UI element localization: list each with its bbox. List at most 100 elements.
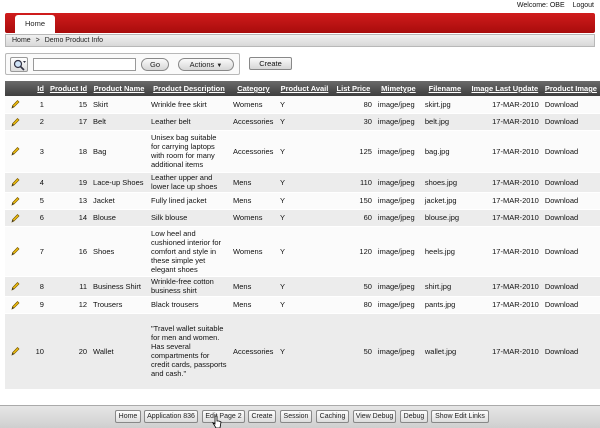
edit-pencil-icon[interactable] — [5, 172, 25, 193]
search-input[interactable] — [33, 58, 136, 71]
cell-mimetype: image/jpeg — [374, 296, 422, 314]
header-filename[interactable]: Filename — [421, 81, 468, 96]
dev-home-button[interactable]: Home — [115, 410, 141, 423]
header-product-avail[interactable]: Product Avail — [276, 81, 332, 96]
cell-category: Mens — [229, 172, 277, 193]
edit-pencil-icon[interactable] — [5, 276, 25, 297]
cell-product-id: 18 — [46, 130, 91, 173]
tab-bar — [5, 13, 595, 33]
table-row: 10 20 Wallet "Travel wallet suitable for me… — [5, 313, 600, 390]
edit-pencil-icon[interactable] — [5, 130, 25, 173]
cell-product-avail: Y — [276, 113, 332, 131]
edit-pencil-icon[interactable] — [5, 192, 25, 210]
header-list-price[interactable]: List Price — [331, 81, 375, 96]
cell-mimetype: image/jpeg — [374, 226, 422, 277]
cell-image-last-update: 17-MAR-2010 — [467, 296, 542, 314]
edit-pencil-icon[interactable] — [5, 226, 25, 277]
header-id[interactable]: Id — [24, 81, 47, 96]
cell-product-image[interactable]: Download — [541, 226, 600, 277]
breadcrumb-home[interactable]: Home — [12, 37, 31, 44]
edit-pencil-icon[interactable] — [5, 113, 25, 131]
cell-category: Accessories — [229, 113, 277, 131]
mouse-cursor-icon — [212, 415, 222, 428]
table-header-row: Id Product Id Product Name Product Descr… — [5, 81, 600, 96]
header-image-last-update[interactable]: Image Last Update — [467, 81, 542, 96]
table-row: 4 19 Lace-up Shoes Leather upper and lower … — [5, 172, 600, 193]
cell-product-image[interactable]: Download — [541, 296, 600, 314]
cell-image-last-update: 17-MAR-2010 — [467, 313, 542, 390]
dev-edit-page-button[interactable]: Edit Page 2 — [202, 410, 245, 423]
cell-image-last-update: 17-MAR-2010 — [467, 226, 542, 277]
cell-list-price: 120 — [331, 226, 375, 277]
cell-product-image[interactable]: Download — [541, 113, 600, 131]
edit-pencil-icon[interactable] — [5, 313, 25, 390]
create-button[interactable]: Create — [249, 57, 292, 70]
cell-mimetype: image/jpeg — [374, 313, 422, 390]
cell-mimetype: image/jpeg — [374, 96, 422, 114]
dev-caching-button[interactable]: Caching — [316, 410, 349, 423]
cell-product-id: 12 — [46, 296, 91, 314]
header-product-id[interactable]: Product Id — [46, 81, 91, 96]
cell-product-id: 17 — [46, 113, 91, 131]
table-row: 8 11 Business Shirt Wrinkle-free cotton bus… — [5, 276, 600, 297]
cell-product-image[interactable]: Download — [541, 192, 600, 210]
cell-image-last-update: 17-MAR-2010 — [467, 96, 542, 114]
cell-id: 3 — [24, 130, 47, 173]
cell-product-name: Jacket — [90, 192, 149, 210]
header-product-description[interactable]: Product Description — [148, 81, 230, 96]
dev-debug-button[interactable]: Debug — [400, 410, 428, 423]
cell-product-id: 13 — [46, 192, 91, 210]
cell-product-image[interactable]: Download — [541, 209, 600, 227]
cell-category: Accessories — [229, 130, 277, 173]
cell-category: Accessories — [229, 313, 277, 390]
dev-create-button[interactable]: Create — [248, 410, 276, 423]
cell-product-image[interactable]: Download — [541, 313, 600, 390]
search-column-icon[interactable] — [10, 57, 28, 72]
cell-mimetype: image/jpeg — [374, 113, 422, 131]
edit-pencil-icon[interactable] — [5, 296, 25, 314]
cell-category: Womens — [229, 226, 277, 277]
header-product-image[interactable]: Product Image — [541, 81, 600, 96]
breadcrumb-separator: > — [35, 37, 40, 44]
cell-product-description: Black trousers — [148, 296, 230, 314]
cell-mimetype: image/jpeg — [374, 172, 422, 193]
header-category[interactable]: Category — [229, 81, 277, 96]
caret-down-icon: ▼ — [216, 63, 223, 69]
cell-product-image[interactable]: Download — [541, 172, 600, 193]
go-button[interactable]: Go — [141, 58, 169, 71]
cell-product-image[interactable]: Download — [541, 130, 600, 173]
header-product-name[interactable]: Product Name — [90, 81, 149, 96]
dev-application-button[interactable]: Application 836 — [144, 410, 198, 423]
cell-product-description: "Travel wallet suitable for men and wome… — [148, 313, 230, 390]
cell-image-last-update: 17-MAR-2010 — [467, 276, 542, 297]
cell-product-name: Skirt — [90, 96, 149, 114]
cell-product-description: Wrinkle free skirt — [148, 96, 230, 114]
edit-pencil-icon[interactable] — [5, 96, 25, 114]
cell-list-price: 150 — [331, 192, 375, 210]
table-row: 3 18 Bag Unisex bag suitable for carrying l… — [5, 130, 600, 173]
cell-id: 5 — [24, 192, 47, 210]
actions-button[interactable]: Actions ▼ — [178, 58, 234, 71]
logout-link[interactable]: Logout — [573, 2, 594, 9]
cell-id: 4 — [24, 172, 47, 193]
cell-list-price: 60 — [331, 209, 375, 227]
cell-id: 8 — [24, 276, 47, 297]
cell-category: Womens — [229, 96, 277, 114]
dev-view-debug-button[interactable]: View Debug — [353, 410, 396, 423]
dev-session-button[interactable]: Session — [280, 410, 312, 423]
cell-product-name: Trousers — [90, 296, 149, 314]
cell-filename: pants.jpg — [421, 296, 468, 314]
cell-mimetype: image/jpeg — [374, 209, 422, 227]
header-mimetype[interactable]: Mimetype — [374, 81, 422, 96]
cell-product-image[interactable]: Download — [541, 276, 600, 297]
tab-home[interactable]: Home — [15, 15, 55, 33]
cell-product-name: Business Shirt — [90, 276, 149, 297]
cell-filename: jacket.jpg — [421, 192, 468, 210]
cell-product-avail: Y — [276, 276, 332, 297]
report-table: Id Product Id Product Name Product Descr… — [5, 81, 600, 390]
cell-product-image[interactable]: Download — [541, 96, 600, 114]
dev-show-edit-links-button[interactable]: Show Edit Links — [431, 410, 489, 423]
cell-filename: blouse.jpg — [421, 209, 468, 227]
cell-product-id: 15 — [46, 96, 91, 114]
edit-pencil-icon[interactable] — [5, 209, 25, 227]
